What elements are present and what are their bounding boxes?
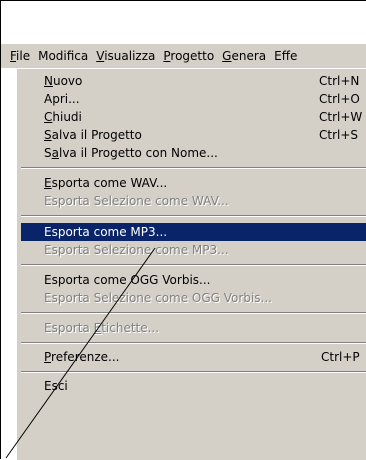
menu-label: rogetto: [170, 49, 215, 63]
menu-item-shortcut: Ctrl+O: [319, 92, 360, 106]
menu-item-shortcut: [319, 192, 366, 210]
menu-label: ile: [16, 49, 31, 63]
menu-item-esporta-mp3[interactable]: Esporta come MP3...: [21, 223, 366, 241]
menu-item-shortcut: Ctrl+W: [319, 110, 363, 124]
menu-file[interactable]: File: [1, 46, 34, 66]
menu-separator: [21, 264, 366, 266]
menu-item-label: Esporta Selezione come OGG Vorbis...: [44, 291, 272, 305]
menu-item-esporta-selezione-mp3: Esporta Selezione come MP3...: [21, 241, 366, 259]
menu-item-label: Esporta come MP3...: [44, 225, 168, 239]
menu-item-label: Esporta come OGG Vorbis...: [44, 273, 211, 287]
menu-item-chiudi[interactable]: Chiudi Ctrl+W: [21, 108, 366, 126]
menu-item-shortcut: [319, 241, 366, 259]
menu-item-label: Esporta Etichette...: [44, 321, 160, 335]
menu-item-label: Apri...: [44, 92, 80, 106]
menu-label: Modifica: [38, 49, 89, 63]
menu-separator: [21, 371, 366, 373]
menu-item-label: Esporta Selezione come WAV...: [44, 194, 229, 208]
file-menu-dropdown: Nuovo Ctrl+N Apri... Ctrl+O Chiudi Ctrl+…: [16, 68, 366, 460]
menu-item-esporta-ogg[interactable]: Esporta come OGG Vorbis...: [21, 271, 366, 289]
menu-item-apri[interactable]: Apri... Ctrl+O: [21, 90, 366, 108]
menu-effetti[interactable]: Effe: [270, 46, 301, 66]
menu-item-label: Salva il Progetto con Nome...: [44, 146, 218, 160]
menu-item-salva-con-nome[interactable]: Salva il Progetto con Nome...: [21, 144, 366, 162]
menu-label: isualizza: [104, 49, 156, 63]
menu-item-shortcut: Ctrl+P: [321, 350, 360, 364]
menu-item-shortcut: [319, 289, 366, 307]
menu-item-esporta-wav[interactable]: Esporta come WAV...: [21, 174, 366, 192]
menu-separator: [21, 215, 366, 217]
menu-label: Effe: [274, 49, 298, 63]
menu-separator: [21, 167, 366, 169]
menu-mnemonic: V: [96, 49, 105, 63]
menu-visualizza[interactable]: Visualizza: [92, 46, 159, 66]
menu-separator: [21, 312, 366, 314]
menu-item-shortcut: Ctrl+N: [319, 74, 360, 88]
menu-item-label: Preferenze...: [44, 350, 120, 364]
menu-item-esporta-etichette: Esporta Etichette...: [21, 319, 366, 337]
menu-item-label: Nuovo: [44, 74, 83, 88]
menu-item-shortcut: [319, 174, 366, 192]
menu-item-preferenze[interactable]: Preferenze... Ctrl+P: [21, 348, 366, 366]
menu-item-label: Esci: [44, 379, 68, 393]
menu-item-label: Esporta come WAV...: [44, 176, 168, 190]
menu-item-shortcut: [319, 144, 366, 162]
menu-item-shortcut: Ctrl+S: [319, 128, 359, 142]
menubar: File Modifica Visualizza Progetto Genera…: [1, 44, 366, 68]
menu-item-label: Esporta Selezione come MP3...: [44, 243, 229, 257]
menu-item-shortcut: [319, 223, 366, 241]
menu-item-esporta-selezione-ogg: Esporta Selezione come OGG Vorbis...: [21, 289, 366, 307]
menu-item-label: Salva il Progetto: [44, 128, 142, 142]
menu-progetto[interactable]: Progetto: [159, 46, 218, 66]
menu-genera[interactable]: Genera: [218, 46, 270, 66]
menu-item-shortcut: [319, 377, 366, 395]
menu-separator: [21, 342, 366, 344]
menu-item-shortcut: [319, 271, 366, 289]
menu-item-esporta-selezione-wav: Esporta Selezione come WAV...: [21, 192, 366, 210]
menu-item-esci[interactable]: Esci: [21, 377, 366, 395]
menu-item-label: Chiudi: [44, 110, 82, 124]
menu-modifica[interactable]: Modifica: [34, 46, 92, 66]
menu-item-nuovo[interactable]: Nuovo Ctrl+N: [21, 72, 366, 90]
menu-label: enera: [231, 49, 267, 63]
menu-item-salva-progetto[interactable]: Salva il Progetto Ctrl+S: [21, 126, 366, 144]
menu-item-shortcut: [319, 319, 366, 337]
